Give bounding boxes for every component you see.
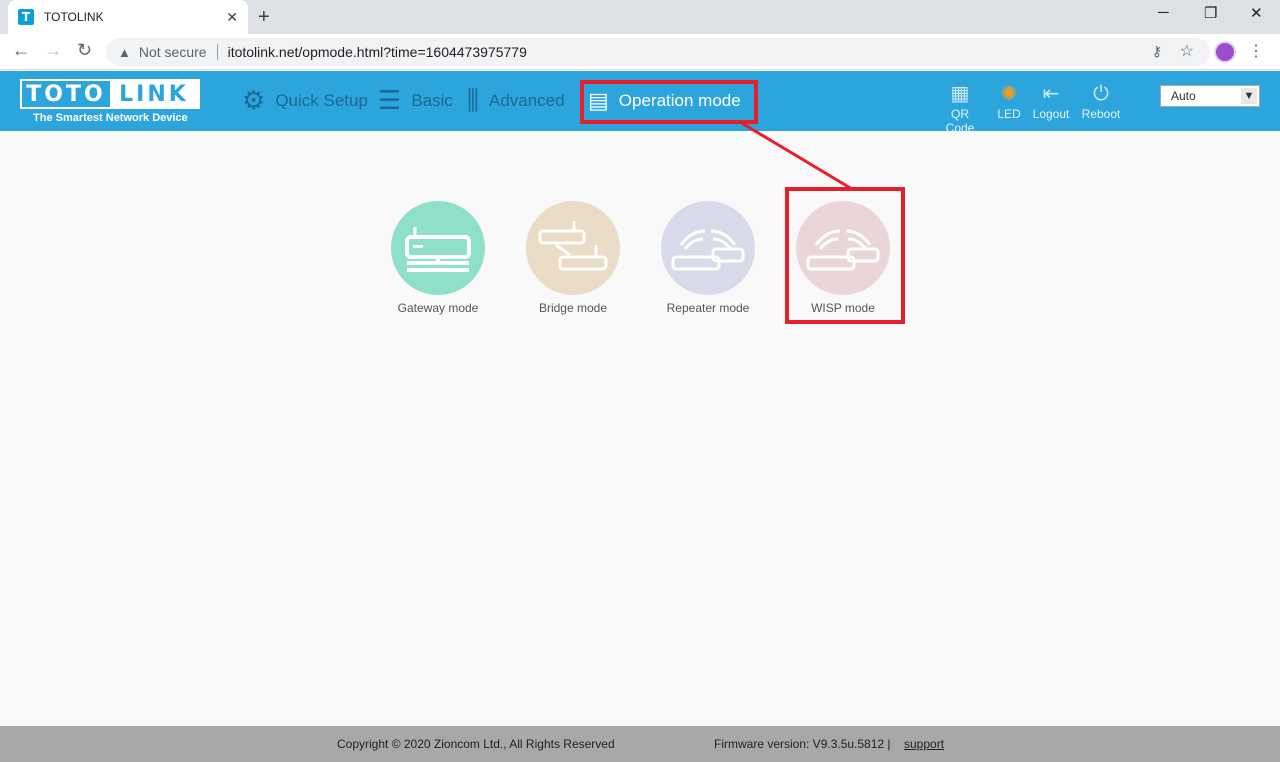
- window-close-icon[interactable]: ✕: [1250, 4, 1263, 22]
- browser-tab[interactable]: T TOTOLINK ✕: [8, 0, 248, 34]
- power-icon: ⏻: [1093, 81, 1109, 105]
- new-tab-icon[interactable]: +: [258, 6, 270, 29]
- qr-code-label: QR Code: [945, 107, 975, 135]
- tab-title: TOTOLINK: [44, 10, 104, 24]
- address-bar: ← → ↻ ▲ Not secure itotolink.net/opmode.…: [0, 34, 1280, 70]
- totolink-logo[interactable]: TOTO LINK: [20, 79, 200, 109]
- nav-advanced[interactable]: ⫼ Advanced: [467, 71, 565, 131]
- warning-icon[interactable]: ▲: [118, 45, 131, 60]
- operation-mode-highlight-box: [580, 80, 758, 124]
- security-label[interactable]: Not secure: [139, 44, 207, 60]
- sliders-icon: ⫼: [467, 85, 479, 116]
- qr-code-button[interactable]: ▦ QR Code: [935, 81, 985, 135]
- minimize-icon[interactable]: ─: [1158, 4, 1169, 21]
- logout-icon: ⇤: [1042, 81, 1060, 105]
- footer: Copyright © 2020 Zioncom Ltd., All Right…: [0, 726, 1280, 762]
- nav-quick-setup[interactable]: ⚙ Quick Setup: [242, 71, 368, 131]
- chevron-down-icon: ▼: [1241, 88, 1257, 104]
- logout-label: Logout: [1032, 107, 1070, 121]
- tab-close-icon[interactable]: ✕: [226, 9, 238, 26]
- firmware-version: Firmware version: V9.3.5u.5812 |: [714, 737, 891, 751]
- wisp-mode-highlight-box: [785, 187, 905, 324]
- logo-link: LINK: [110, 81, 198, 107]
- language-select[interactable]: Auto ▼: [1160, 85, 1260, 107]
- reboot-label: Reboot: [1081, 107, 1121, 121]
- nav-basic[interactable]: ☰ Basic: [378, 71, 453, 131]
- gateway-mode-option[interactable]: Gateway mode: [368, 201, 508, 315]
- router-icon: [405, 227, 471, 272]
- repeater-wifi-icon: [671, 229, 745, 271]
- gateway-mode-label: Gateway mode: [397, 301, 479, 315]
- support-link[interactable]: support: [904, 737, 944, 751]
- browser-tab-bar: T TOTOLINK ✕ + ─ ❐ ✕: [0, 0, 1280, 34]
- url-text[interactable]: itotolink.net/opmode.html?time=160447397…: [228, 44, 527, 60]
- key-icon[interactable]: ⚷: [1152, 43, 1162, 60]
- list-icon: ☰: [378, 86, 402, 116]
- restore-icon[interactable]: ❐: [1204, 4, 1217, 22]
- reboot-button[interactable]: ⏻ Reboot: [1076, 81, 1126, 121]
- omnibox-separator: [216, 44, 218, 60]
- bridge-mode-circle: [526, 201, 620, 295]
- bridge-router-icon: [538, 221, 608, 271]
- nav-basic-label: Basic: [411, 91, 453, 110]
- qr-code-icon: ▦: [950, 81, 970, 105]
- logout-button[interactable]: ⇤ Logout: [1026, 81, 1076, 121]
- reload-icon[interactable]: ↻: [77, 40, 92, 61]
- browser-menu-icon[interactable]: ⋮: [1248, 41, 1264, 61]
- nav-advanced-label: Advanced: [488, 91, 565, 110]
- repeater-mode-label: Repeater mode: [666, 301, 750, 315]
- omnibox[interactable]: ▲ Not secure itotolink.net/opmode.html?t…: [106, 38, 1210, 66]
- gear-icon: ⚙: [242, 86, 266, 116]
- language-value: Auto: [1171, 89, 1196, 103]
- back-arrow-icon[interactable]: ←: [12, 40, 30, 61]
- logo-toto: TOTO: [26, 81, 106, 107]
- totolink-favicon-icon: T: [18, 9, 34, 25]
- copyright-text: Copyright © 2020 Zioncom Ltd., All Right…: [337, 737, 615, 751]
- forward-arrow-icon[interactable]: →: [44, 40, 62, 61]
- bridge-mode-option[interactable]: Bridge mode: [503, 201, 643, 315]
- profile-avatar[interactable]: [1214, 41, 1236, 63]
- logo-tagline: The Smartest Network Device: [33, 112, 188, 124]
- bridge-mode-label: Bridge mode: [538, 301, 608, 315]
- bookmark-star-icon[interactable]: ☆: [1180, 41, 1194, 61]
- repeater-mode-circle: [661, 201, 755, 295]
- repeater-mode-option[interactable]: Repeater mode: [638, 201, 778, 315]
- gateway-mode-circle: [391, 201, 485, 295]
- nav-quick-setup-label: Quick Setup: [275, 91, 368, 110]
